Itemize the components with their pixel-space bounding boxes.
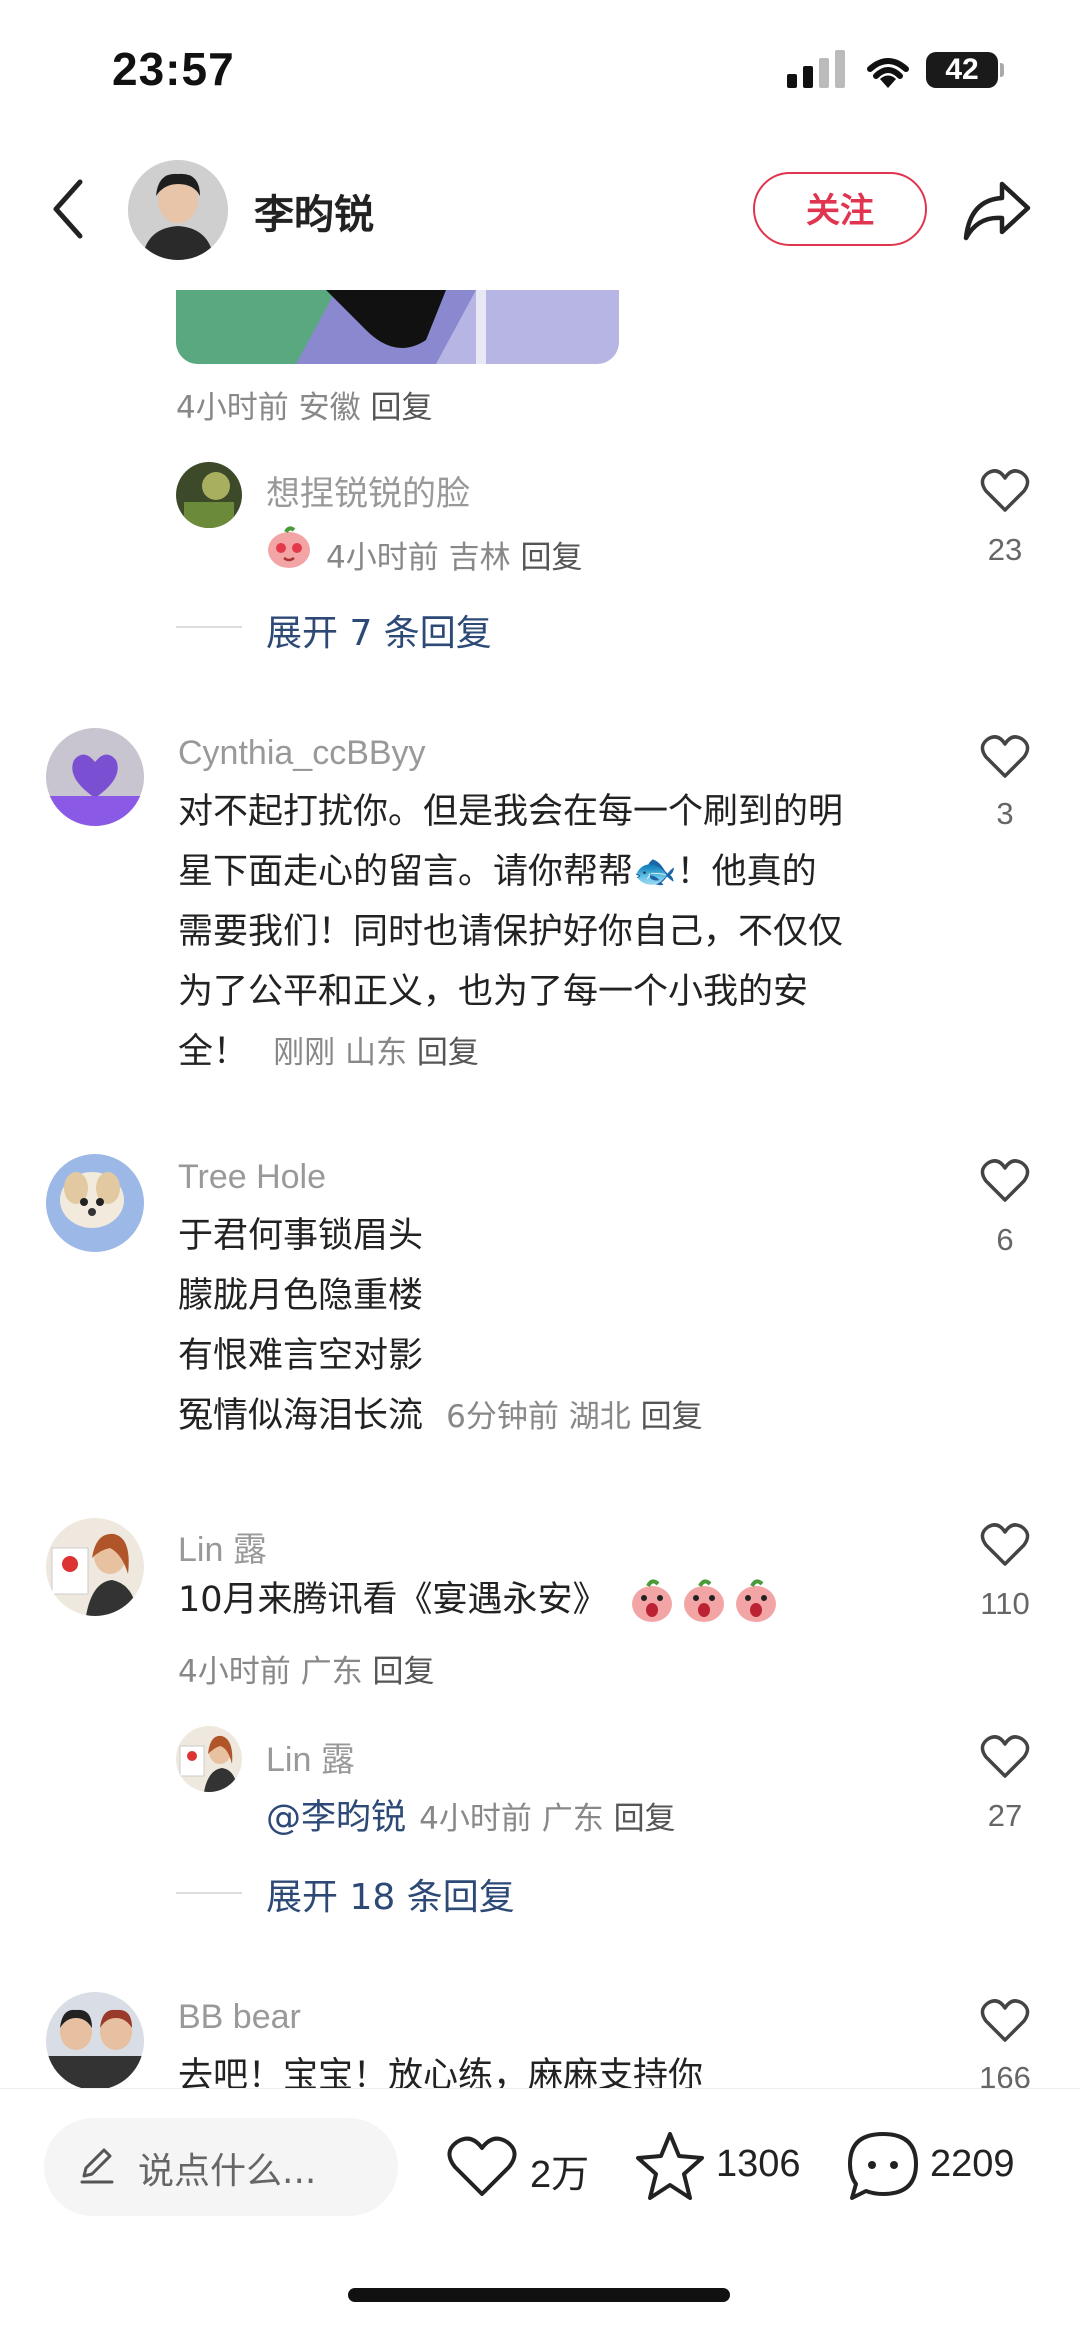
avatar[interactable] bbox=[46, 1154, 144, 1252]
author-name[interactable]: 李昀锐 bbox=[254, 182, 374, 240]
comment-line: 为了公平和正义，也为了每一个小我的安 bbox=[178, 972, 809, 1012]
comment-region: 湖北 bbox=[568, 1399, 631, 1435]
reply-button[interactable]: 回复 bbox=[417, 1035, 479, 1071]
comment-meta: 4小时前 吉林 回复 bbox=[326, 532, 582, 577]
comment-image[interactable] bbox=[176, 290, 619, 364]
comment-meta: 4小时前 广东 回复 bbox=[178, 1646, 434, 1691]
author-avatar[interactable] bbox=[128, 160, 228, 260]
comment-line: 冤情似海泪长流 bbox=[178, 1396, 424, 1436]
comment-region: 安徽 bbox=[298, 390, 361, 426]
status-time: 23:57 bbox=[112, 43, 235, 95]
comment-username[interactable]: BB bear bbox=[178, 1998, 301, 2037]
comment-line: 对不起打扰你。但是我会在每一个刷到的明 bbox=[178, 792, 844, 832]
comment-bubble-icon[interactable] bbox=[846, 2130, 920, 2202]
comment-line-last: 冤情似海泪长流 6分钟前 湖北 回复 bbox=[178, 1386, 958, 1447]
battery-tip bbox=[1000, 63, 1004, 77]
like-count: 6 bbox=[996, 1222, 1014, 1257]
divider bbox=[176, 626, 242, 628]
heart-icon[interactable] bbox=[980, 1734, 1030, 1780]
comment-input-placeholder[interactable]: 说点什么... bbox=[138, 2142, 316, 2194]
follow-button[interactable]: 关注 bbox=[753, 172, 927, 246]
emoji-sticker-icon bbox=[268, 526, 310, 568]
comment-meta: 4小时前 安徽 回复 bbox=[176, 382, 432, 427]
heart-icon[interactable] bbox=[980, 1522, 1030, 1568]
comment-line: 全！ bbox=[178, 1032, 249, 1072]
favorite-total: 1306 bbox=[716, 2143, 801, 2185]
like-heart-icon[interactable] bbox=[446, 2134, 518, 2200]
avatar[interactable] bbox=[176, 462, 242, 528]
battery-indicator: 42 bbox=[926, 52, 998, 88]
wifi-icon bbox=[867, 58, 909, 88]
like-total: 2万 bbox=[530, 2154, 590, 2196]
like-count: 23 bbox=[987, 532, 1023, 567]
comment-meta: 4小时前 广东 回复 bbox=[419, 1801, 675, 1837]
comment-time: 4小时前 bbox=[176, 390, 289, 426]
comment-time: 4小时前 bbox=[326, 540, 439, 576]
reply-button[interactable]: 回复 bbox=[520, 540, 582, 576]
pencil-icon bbox=[80, 2148, 114, 2184]
comment-text: 对不起打扰你。但是我会在每一个刷到的明 星下面走心的留言。请你帮帮🐟！他真的 需… bbox=[178, 782, 958, 1083]
comment-username[interactable]: Lin 露 bbox=[266, 1732, 355, 1781]
like-count: 27 bbox=[987, 1798, 1023, 1833]
comment-username[interactable]: Lin 露 bbox=[178, 1522, 267, 1571]
expand-replies-button[interactable]: 展开 7 条回复 bbox=[266, 604, 492, 656]
share-icon[interactable] bbox=[962, 178, 1032, 242]
comment-region: 广东 bbox=[541, 1801, 604, 1837]
comment-time: 4小时前 bbox=[419, 1801, 532, 1837]
reply-button[interactable]: 回复 bbox=[370, 390, 432, 426]
reply-text: @李昀锐 4小时前 广东 回复 bbox=[266, 1788, 676, 1848]
comment-line: 10月来腾讯看《宴遇永安》 bbox=[178, 1580, 608, 1620]
comment-line: 有恨难言空对影 bbox=[178, 1336, 424, 1376]
like-count: 3 bbox=[996, 796, 1014, 831]
comment-total: 2209 bbox=[930, 2143, 1015, 2185]
reply-button[interactable]: 回复 bbox=[614, 1801, 676, 1837]
emoji-sticker-icon bbox=[632, 1579, 776, 1622]
emoji-group bbox=[628, 1576, 784, 1626]
comment-time: 6分钟前 bbox=[446, 1399, 559, 1435]
star-icon[interactable] bbox=[634, 2130, 706, 2202]
comment-line: 于君何事锁眉头 bbox=[178, 1216, 424, 1256]
heart-icon[interactable] bbox=[980, 1158, 1030, 1204]
divider bbox=[176, 1892, 242, 1894]
comment-username[interactable]: Tree Hole bbox=[178, 1158, 326, 1197]
comment-line: 需要我们！同时也请保护好你自己，不仅仅 bbox=[178, 912, 844, 952]
expand-replies-button[interactable]: 展开 18 条回复 bbox=[266, 1868, 515, 1920]
heart-icon[interactable] bbox=[980, 1998, 1030, 2044]
comment-username[interactable]: Cynthia_ccBByy bbox=[178, 734, 426, 773]
comment-line: 星下面走心的留言。请你帮帮🐟！他真的 bbox=[178, 852, 817, 892]
avatar[interactable] bbox=[46, 1992, 144, 2090]
reply-button[interactable]: 回复 bbox=[372, 1654, 434, 1690]
comment-line-last: 全！ 刚刚 山东 回复 bbox=[178, 1022, 958, 1083]
heart-icon[interactable] bbox=[980, 734, 1030, 780]
comment-time: 刚刚 bbox=[273, 1035, 336, 1071]
home-indicator[interactable] bbox=[348, 2288, 730, 2302]
cellular-signal-icon bbox=[787, 50, 845, 88]
avatar[interactable] bbox=[176, 1726, 242, 1792]
comment-region: 吉林 bbox=[448, 540, 511, 576]
comment-line: 朦胧月色隐重楼 bbox=[178, 1276, 424, 1316]
reply-button[interactable]: 回复 bbox=[641, 1399, 703, 1435]
comment-time: 4小时前 bbox=[178, 1654, 291, 1690]
comment-username[interactable]: 想捏锐锐的脸 bbox=[266, 466, 470, 515]
comment-meta: 6分钟前 湖北 回复 bbox=[446, 1399, 702, 1435]
mention-link[interactable]: @李昀锐 bbox=[266, 1798, 406, 1838]
comment-text: 10月来腾讯看《宴遇永安》 bbox=[178, 1570, 608, 1630]
heart-icon[interactable] bbox=[980, 468, 1030, 514]
avatar[interactable] bbox=[46, 728, 144, 826]
avatar[interactable] bbox=[46, 1518, 144, 1616]
comment-region: 广东 bbox=[300, 1654, 363, 1690]
back-arrow-icon[interactable] bbox=[48, 178, 88, 240]
comment-region: 山东 bbox=[345, 1035, 408, 1071]
like-count: 110 bbox=[980, 1586, 1030, 1621]
comment-text: 于君何事锁眉头 朦胧月色隐重楼 有恨难言空对影 冤情似海泪长流 6分钟前 湖北 … bbox=[178, 1206, 958, 1447]
comment-meta: 刚刚 山东 回复 bbox=[273, 1035, 479, 1071]
